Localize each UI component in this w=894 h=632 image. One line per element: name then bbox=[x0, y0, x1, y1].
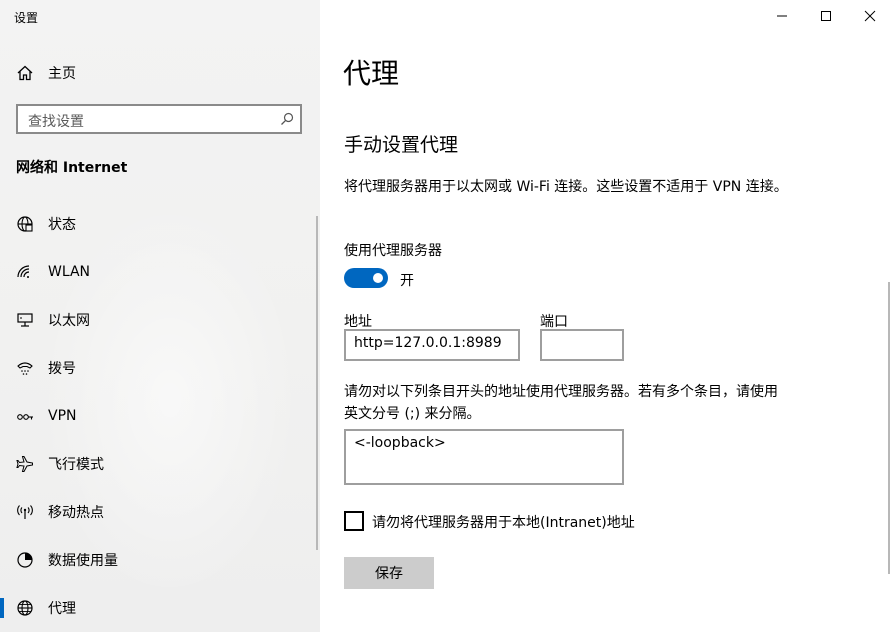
sidebar-item-label: VPN bbox=[48, 408, 77, 424]
ethernet-icon bbox=[16, 311, 34, 329]
port-label: 端口 bbox=[540, 314, 568, 330]
sidebar-item-label: 代理 bbox=[48, 601, 76, 617]
page-title: 代理 bbox=[343, 57, 400, 90]
sidebar-item-status[interactable]: 状态 bbox=[0, 204, 316, 244]
sidebar-item-mobile-hotspot[interactable]: 移动热点 bbox=[0, 492, 316, 532]
home-icon bbox=[17, 65, 33, 81]
use-proxy-toggle[interactable] bbox=[344, 268, 388, 288]
search-icon[interactable] bbox=[280, 112, 294, 126]
dialup-icon bbox=[16, 359, 34, 377]
sidebar-item-airplane-mode[interactable]: 飞行模式 bbox=[0, 444, 316, 484]
toggle-knob bbox=[373, 273, 383, 283]
maximize-button[interactable] bbox=[804, 0, 848, 32]
sidebar-item-label: 状态 bbox=[48, 217, 76, 233]
data-usage-icon bbox=[16, 551, 34, 569]
use-proxy-label: 使用代理服务器 bbox=[344, 243, 442, 259]
sidebar-item-label: 飞行模式 bbox=[48, 457, 104, 473]
sidebar-item-label: 以太网 bbox=[48, 313, 90, 329]
bypass-local-checkbox[interactable] bbox=[344, 511, 364, 531]
sidebar-item-label: 移动热点 bbox=[48, 505, 104, 521]
globe-icon bbox=[16, 599, 34, 617]
sidebar-item-vpn[interactable]: VPN bbox=[0, 396, 316, 436]
address-label: 地址 bbox=[344, 314, 372, 330]
sidebar-item-ethernet[interactable]: 以太网 bbox=[0, 300, 316, 340]
section-heading: 手动设置代理 bbox=[344, 134, 459, 156]
sidebar-scrollbar[interactable] bbox=[316, 216, 318, 550]
sidebar-item-label: 数据使用量 bbox=[48, 553, 118, 569]
vpn-icon bbox=[16, 407, 34, 425]
home-label: 主页 bbox=[48, 66, 76, 82]
bypass-local-label: 请勿将代理服务器用于本地(Intranet)地址 bbox=[372, 515, 635, 531]
sidebar-item-wlan[interactable]: WLAN bbox=[0, 252, 316, 292]
sidebar-item-label: 拨号 bbox=[48, 361, 76, 377]
sidebar-item-proxy[interactable]: 代理 bbox=[0, 588, 316, 628]
sidebar-item-label: WLAN bbox=[48, 264, 91, 280]
globe-status-icon bbox=[16, 215, 34, 233]
search-box[interactable]: 查找设置 bbox=[16, 104, 302, 134]
minimize-icon bbox=[777, 15, 787, 17]
close-button[interactable] bbox=[848, 0, 892, 32]
hotspot-icon bbox=[16, 503, 34, 521]
maximize-icon bbox=[821, 11, 831, 21]
app-title: 设置 bbox=[14, 11, 39, 25]
sidebar-item-data-usage[interactable]: 数据使用量 bbox=[0, 540, 316, 580]
exceptions-textarea[interactable]: <-loopback> bbox=[344, 429, 624, 485]
section-title: 网络和 Internet bbox=[16, 160, 128, 176]
search-placeholder: 查找设置 bbox=[28, 114, 84, 130]
home-nav-item[interactable]: 主页 bbox=[16, 62, 76, 84]
port-input[interactable] bbox=[540, 329, 624, 361]
toggle-state-label: 开 bbox=[400, 273, 414, 289]
active-indicator bbox=[0, 598, 4, 618]
address-input[interactable]: http=127.0.0.1:8989 bbox=[344, 329, 520, 361]
close-icon bbox=[864, 10, 876, 22]
exceptions-label: 请勿对以下列条目开头的地址使用代理服务器。若有多个条目，请使用英文分号 (;) … bbox=[344, 384, 778, 422]
minimize-button[interactable] bbox=[760, 0, 804, 32]
airplane-icon bbox=[16, 455, 34, 473]
sidebar: 设置 主页 查找设置 网络和 Internet 状态 WLAN 以太网 拨号 V… bbox=[0, 0, 320, 632]
wifi-icon bbox=[16, 263, 34, 281]
save-button[interactable]: 保存 bbox=[344, 557, 434, 589]
main-scrollbar[interactable] bbox=[888, 282, 890, 574]
sidebar-item-dialup[interactable]: 拨号 bbox=[0, 348, 316, 388]
proxy-description: 将代理服务器用于以太网或 Wi-Fi 连接。这些设置不适用于 VPN 连接。 bbox=[344, 179, 788, 195]
